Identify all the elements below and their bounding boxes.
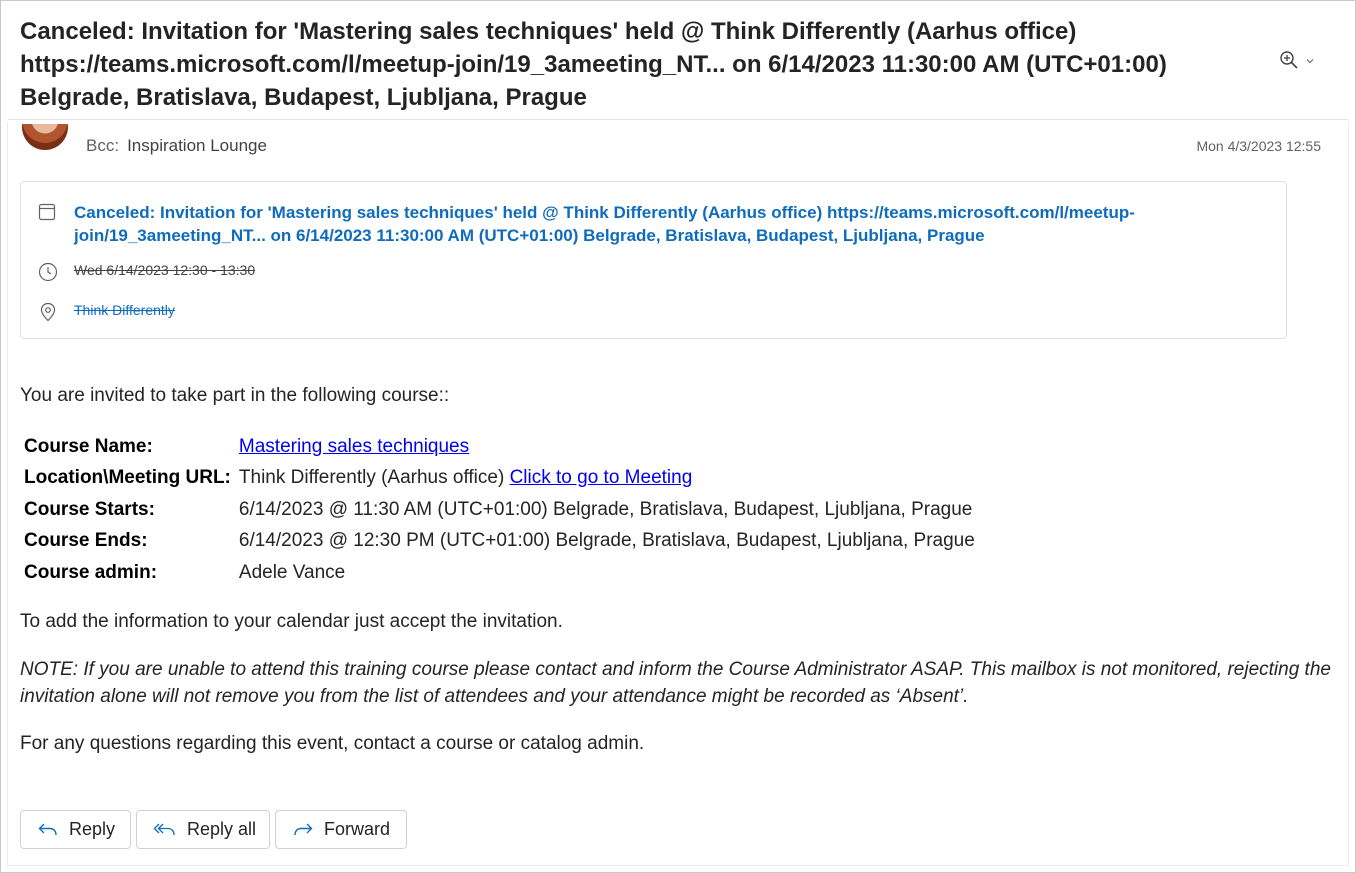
table-row: Course Starts: 6/14/2023 @ 11:30 AM (UTC… xyxy=(20,494,979,526)
zoom-in-icon xyxy=(1279,50,1299,75)
reply-icon xyxy=(38,823,57,835)
table-row: Course Ends: 6/14/2023 @ 12:30 PM (UTC+0… xyxy=(20,526,979,558)
bcc-label: Bcc: xyxy=(86,136,120,155)
email-subject: Canceled: Invitation for 'Mastering sale… xyxy=(20,18,1167,111)
forward-button[interactable]: Forward xyxy=(275,810,407,849)
location-value: Think Differently (Aarhus office) xyxy=(238,467,505,489)
accept-text: To add the information to your calendar … xyxy=(20,611,563,632)
reply-label: Reply xyxy=(69,819,116,839)
course-ends-value: 6/14/2023 @ 12:30 PM (UTC+01:00) Belgrad… xyxy=(238,530,975,552)
course-details-table: Course Name: Mastering sales techniques … xyxy=(20,431,979,589)
note-text: NOTE: If you are unable to attend this t… xyxy=(20,659,1331,707)
chevron-down-icon xyxy=(1305,53,1315,71)
meeting-location-link[interactable]: Think Differently xyxy=(74,302,175,318)
reply-all-label: Reply all xyxy=(187,819,257,839)
clock-icon xyxy=(37,261,59,283)
location-pin-icon xyxy=(37,301,59,323)
bcc-recipient[interactable]: Inspiration Lounge xyxy=(127,136,267,155)
bcc-line: Bcc: Inspiration Lounge xyxy=(86,136,267,156)
course-ends-label: Course Ends: xyxy=(24,530,148,552)
intro-text: You are invited to take part in the foll… xyxy=(20,385,450,406)
course-admin-value: Adele Vance xyxy=(238,561,346,583)
table-row: Course Name: Mastering sales techniques xyxy=(20,431,979,463)
course-name-label: Course Name: xyxy=(24,435,153,457)
meeting-title-link[interactable]: Canceled: Invitation for 'Mastering sale… xyxy=(74,201,1154,247)
meeting-time: Wed 6/14/2023 12:30 - 13:30 xyxy=(74,262,256,278)
course-admin-label: Course admin: xyxy=(24,561,158,583)
table-row: Course admin: Adele Vance xyxy=(20,557,979,589)
calendar-icon xyxy=(37,202,59,224)
reply-button[interactable]: Reply xyxy=(20,810,131,849)
course-starts-value: 6/14/2023 @ 11:30 AM (UTC+01:00) Belgrad… xyxy=(238,498,973,520)
reply-all-icon xyxy=(153,823,175,835)
reply-all-button[interactable]: Reply all xyxy=(136,810,270,849)
meeting-link[interactable]: Click to go to Meeting xyxy=(510,467,693,488)
course-name-link[interactable]: Mastering sales techniques xyxy=(239,436,469,457)
course-starts-label: Course Starts: xyxy=(24,498,155,520)
header-divider xyxy=(8,119,1348,120)
meeting-card: Canceled: Invitation for 'Mastering sale… xyxy=(20,181,1287,339)
zoom-button[interactable] xyxy=(1279,50,1321,74)
location-label: Location\Meeting URL: xyxy=(24,467,231,489)
table-row: Location\Meeting URL: Think Differently … xyxy=(20,463,979,495)
questions-text: For any questions regarding this event, … xyxy=(20,733,645,754)
forward-icon xyxy=(294,823,313,835)
forward-label: Forward xyxy=(324,819,391,839)
sent-date: Mon 4/3/2023 12:55 xyxy=(1196,138,1321,154)
